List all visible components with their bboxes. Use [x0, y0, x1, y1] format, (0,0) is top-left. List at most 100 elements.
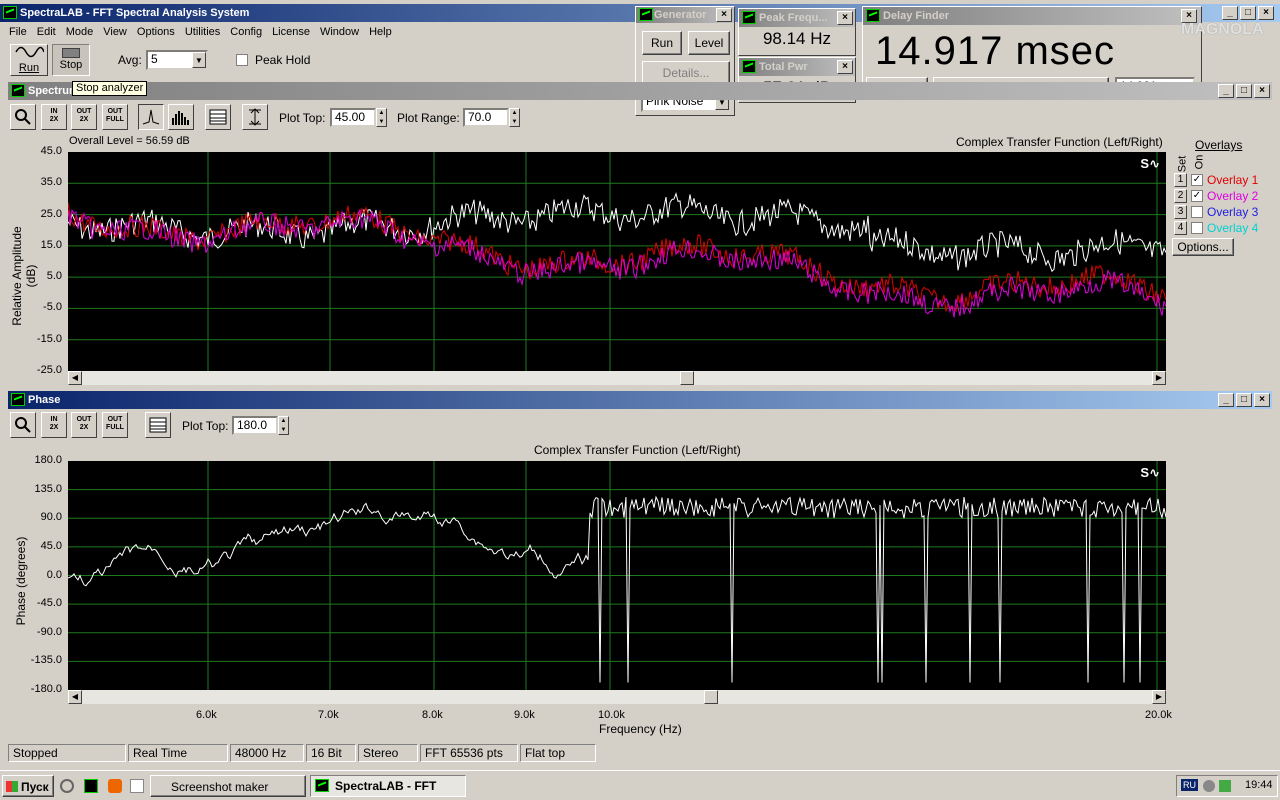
scroll-thumb[interactable]	[680, 371, 694, 385]
stop-icon	[62, 48, 80, 58]
phase-plot-top-label: Plot Top:	[182, 419, 229, 433]
start-button[interactable]: Пуск	[2, 775, 54, 797]
tray-icon[interactable]	[1203, 780, 1215, 792]
peak-frequency-window: Peak Frequ... × 98.14 Hz	[738, 8, 856, 56]
close-icon[interactable]: ×	[716, 8, 732, 22]
phase-scrollbar[interactable]: ◀ ▶	[68, 690, 1166, 704]
taskbar-screenshot-maker[interactable]: Screenshot maker	[150, 775, 306, 797]
cursor-icon: S∿	[1140, 465, 1160, 480]
generator-level-button[interactable]: Level	[688, 31, 730, 55]
close-icon[interactable]: ×	[1254, 393, 1270, 407]
frequency-xtick: 6.0k	[196, 709, 217, 721]
menu-file[interactable]: File	[4, 23, 32, 41]
spectrum-plot[interactable]: S∿	[68, 152, 1166, 371]
phase-plot[interactable]: S∿	[68, 461, 1166, 690]
on-label: On	[1193, 154, 1206, 170]
menu-config[interactable]: Config	[225, 23, 267, 41]
spectrum-chart-title: Complex Transfer Function (Left/Right)	[956, 135, 1163, 149]
menu-mode[interactable]: Mode	[61, 23, 99, 41]
total-power-icon	[742, 60, 756, 73]
scroll-left-icon[interactable]: ◀	[68, 690, 82, 704]
phase-chart-title: Complex Transfer Function (Left/Right)	[534, 443, 741, 457]
status-cell: Real Time	[128, 744, 228, 762]
overlay-checkbox[interactable]	[1191, 206, 1203, 218]
close-icon[interactable]: ×	[837, 11, 853, 25]
scroll-right-icon[interactable]: ▶	[1152, 690, 1166, 704]
phase-ytick: -90.0	[36, 625, 62, 638]
scale-icon[interactable]	[242, 104, 268, 130]
language-indicator[interactable]: RU	[1181, 779, 1198, 791]
status-cell: FFT 65536 pts	[420, 744, 518, 762]
phase-ytick: 0.0	[46, 568, 62, 581]
zoom-in-2x-icon[interactable]: IN 2X	[41, 104, 67, 130]
menu-options[interactable]: Options	[132, 23, 180, 41]
overlays-title: Overlays	[1195, 138, 1243, 152]
zoom-out-2x-icon[interactable]: OUT 2X	[71, 412, 97, 438]
minimize-icon[interactable]: _	[1222, 6, 1238, 20]
overlay-checkbox[interactable]: ✓	[1191, 190, 1203, 202]
spectrum-ytick: -5.0	[43, 301, 62, 314]
plot-top-input[interactable]: 45.00	[330, 108, 376, 127]
zoom-in-2x-icon[interactable]: IN 2X	[41, 412, 67, 438]
status-cell: 48000 Hz	[230, 744, 304, 762]
menu-help[interactable]: Help	[364, 23, 397, 41]
overlay-options-button[interactable]: Options...	[1172, 238, 1234, 256]
spectralab-icon	[315, 779, 329, 792]
maximize-icon[interactable]: □	[1236, 393, 1252, 407]
zoom-icon[interactable]	[10, 412, 36, 438]
zoom-out-full-icon[interactable]: OUT FULL	[102, 412, 128, 438]
zoom-icon[interactable]	[10, 104, 36, 130]
plot-range-spinner[interactable]: ▲ ▼	[509, 108, 520, 127]
delay-value: 14.917 msec	[875, 29, 1116, 73]
overlay-set-button[interactable]: 1	[1174, 173, 1187, 187]
close-icon[interactable]: ×	[837, 60, 853, 74]
spectrum-icon	[11, 84, 25, 97]
zoom-out-full-icon[interactable]: OUT FULL	[102, 104, 128, 130]
table-icon[interactable]	[205, 104, 231, 130]
close-icon[interactable]: ×	[1258, 6, 1274, 20]
quick-launch-icon[interactable]	[108, 779, 122, 793]
quick-launch-icon[interactable]	[130, 779, 144, 793]
bar-plot-icon[interactable]	[168, 104, 194, 130]
spectrum-ytick: -15.0	[36, 332, 62, 345]
menu-window[interactable]: Window	[315, 23, 364, 41]
overlay-set-button[interactable]: 2	[1174, 189, 1187, 203]
scroll-right-icon[interactable]: ▶	[1152, 371, 1166, 385]
menu-utilities[interactable]: Utilities	[180, 23, 225, 41]
phase-plot-top-input[interactable]: 180.0	[232, 416, 278, 435]
peak-hold-checkbox[interactable]	[236, 54, 248, 66]
overlay-set-button[interactable]: 3	[1174, 205, 1187, 219]
phase-plot-top-spinner[interactable]: ▲ ▼	[278, 416, 289, 435]
stop-button[interactable]: Stop	[52, 44, 90, 76]
scroll-thumb[interactable]	[704, 690, 718, 704]
frequency-xlabel: Frequency (Hz)	[599, 722, 682, 736]
maximize-icon[interactable]: □	[1236, 84, 1252, 98]
close-icon[interactable]: ×	[1254, 84, 1270, 98]
scroll-left-icon[interactable]: ◀	[68, 371, 82, 385]
overlay-checkbox[interactable]	[1191, 222, 1203, 234]
maximize-icon[interactable]: □	[1240, 6, 1256, 20]
spectrum-scrollbar[interactable]: ◀ ▶	[68, 371, 1166, 385]
menu-edit[interactable]: Edit	[32, 23, 61, 41]
menu-view[interactable]: View	[98, 23, 132, 41]
minimize-icon[interactable]: _	[1218, 84, 1234, 98]
overlay-set-button[interactable]: 4	[1174, 221, 1187, 235]
frequency-xtick: 20.0k	[1145, 709, 1172, 721]
plot-top-spinner[interactable]: ▲ ▼	[376, 108, 387, 127]
chevron-down-icon[interactable]: ▼	[192, 52, 206, 68]
quick-launch-icon[interactable]	[60, 779, 74, 793]
line-plot-icon[interactable]	[138, 104, 164, 130]
taskbar-spectralab[interactable]: SpectraLAB - FFT Spe...	[310, 775, 466, 800]
zoom-out-2x-icon[interactable]: OUT 2X	[71, 104, 97, 130]
tray-icon[interactable]	[1219, 780, 1231, 792]
table-icon[interactable]	[145, 412, 171, 438]
overlay-checkbox[interactable]: ✓	[1191, 174, 1203, 186]
plot-range-input[interactable]: 70.0	[463, 108, 509, 127]
run-button[interactable]: Run	[10, 44, 48, 76]
menu-license[interactable]: License	[267, 23, 315, 41]
avg-select[interactable]: 5 ▼	[146, 50, 208, 70]
plot-top-label: Plot Top:	[279, 111, 326, 125]
generator-run-button[interactable]: Run	[642, 31, 682, 55]
minimize-icon[interactable]: _	[1218, 393, 1234, 407]
quick-launch-icon[interactable]	[84, 779, 98, 793]
